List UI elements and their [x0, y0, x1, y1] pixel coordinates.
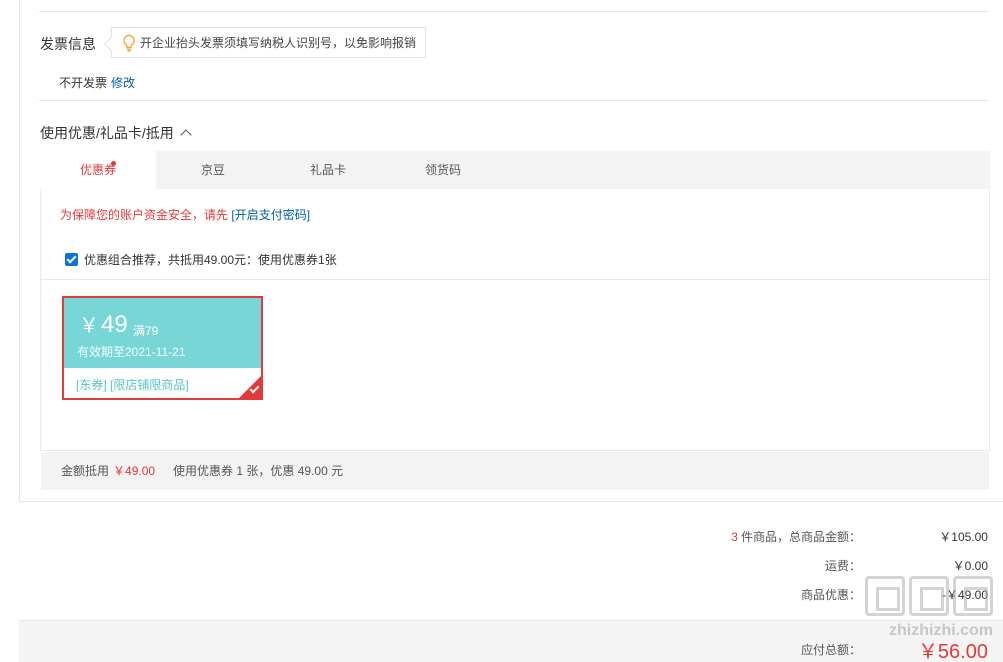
tab-gift-card[interactable]: 礼品卡 — [270, 151, 386, 189]
enable-pay-password-link[interactable]: [开启支付密码] — [231, 208, 310, 222]
watermark-text: zhizhizhi.com — [889, 622, 993, 639]
item-count: 3 — [731, 530, 738, 544]
coupon-amount: ￥49 — [79, 309, 128, 339]
goods-total-label: 3 件商品，总商品金额： — [731, 528, 861, 545]
discount-section-toggle[interactable]: 使用优惠/礼品卡/抵用 — [40, 123, 192, 143]
goods-label-text: 件商品，总商品金额： — [740, 530, 861, 544]
tab-jingdou[interactable]: 京豆 — [156, 151, 270, 189]
summary-amount: ￥49.00 — [113, 464, 156, 478]
security-warning: 为保障您的账户资金安全，请先 [开启支付密码] — [60, 206, 310, 223]
tab-redeem-code[interactable]: 领货码 — [386, 151, 500, 189]
tab-label: 领货码 — [424, 163, 461, 177]
coupon-card[interactable]: ￥49 满79 有效期至2021-11-21 [东券] [限店铺限商品] — [62, 296, 263, 400]
combo-text: 优惠组合推荐，共抵用49.00元：使用优惠券1张 — [84, 253, 337, 267]
coupon-currency: ￥ — [79, 315, 99, 337]
tab-label: 礼品卡 — [309, 163, 346, 177]
shipping-label: 运费： — [824, 559, 861, 573]
chevron-up-icon — [180, 129, 192, 141]
discount-tabs: 优惠券 京豆 礼品卡 领货码 — [40, 151, 990, 189]
watermark-logo: zhizhizhi.com — [843, 576, 993, 656]
tab-label: 京豆 — [200, 163, 225, 177]
coupon-header: ￥49 满79 有效期至2021-11-21 — [64, 298, 261, 368]
coupon-expiry: 有效期至2021-11-21 — [77, 345, 186, 359]
lightbulb-icon — [123, 34, 135, 52]
coupon-condition: 满79 — [133, 324, 159, 338]
coupon-value: 49 — [101, 311, 128, 338]
invoice-tip-text: 开企业抬头发票须填写纳税人识别号，以免影响报销 — [140, 36, 417, 50]
watermark-glyph — [865, 576, 905, 616]
goods-total-value: ￥105.00 — [939, 530, 988, 544]
shipping-value: ￥0.00 — [952, 559, 988, 573]
combo-checkbox[interactable] — [65, 253, 78, 266]
new-badge-dot — [111, 161, 116, 166]
tab-coupons[interactable]: 优惠券 — [40, 151, 156, 189]
divider — [41, 279, 989, 280]
summary-label: 金额抵用 — [61, 464, 110, 478]
summary-detail: 使用优惠券 1 张，优惠 49.00 元 — [173, 464, 344, 478]
discount-section-title: 使用优惠/礼品卡/抵用 — [40, 125, 174, 141]
security-warning-text: 为保障您的账户资金安全，请先 — [60, 208, 229, 222]
invoice-tip: 开企业抬头发票须填写纳税人识别号，以免影响报销 — [111, 27, 426, 58]
invoice-value: 不开发票 修改 — [59, 74, 135, 91]
combo-recommendation[interactable]: 优惠组合推荐，共抵用49.00元：使用优惠券1张 — [65, 251, 337, 268]
watermark-glyph — [909, 576, 949, 616]
invoice-title: 发票信息 — [40, 36, 96, 52]
coupon-tags: [东券] [限店铺限商品] — [76, 378, 189, 392]
divider — [39, 100, 989, 101]
divider — [39, 11, 989, 12]
discount-summary: 金额抵用 ￥49.00 使用优惠券 1 张，优惠 49.00 元 — [41, 452, 989, 490]
edit-invoice-link[interactable]: 修改 — [111, 76, 135, 90]
invoice-value-text: 不开发票 — [59, 76, 108, 90]
watermark-glyph — [953, 576, 993, 616]
